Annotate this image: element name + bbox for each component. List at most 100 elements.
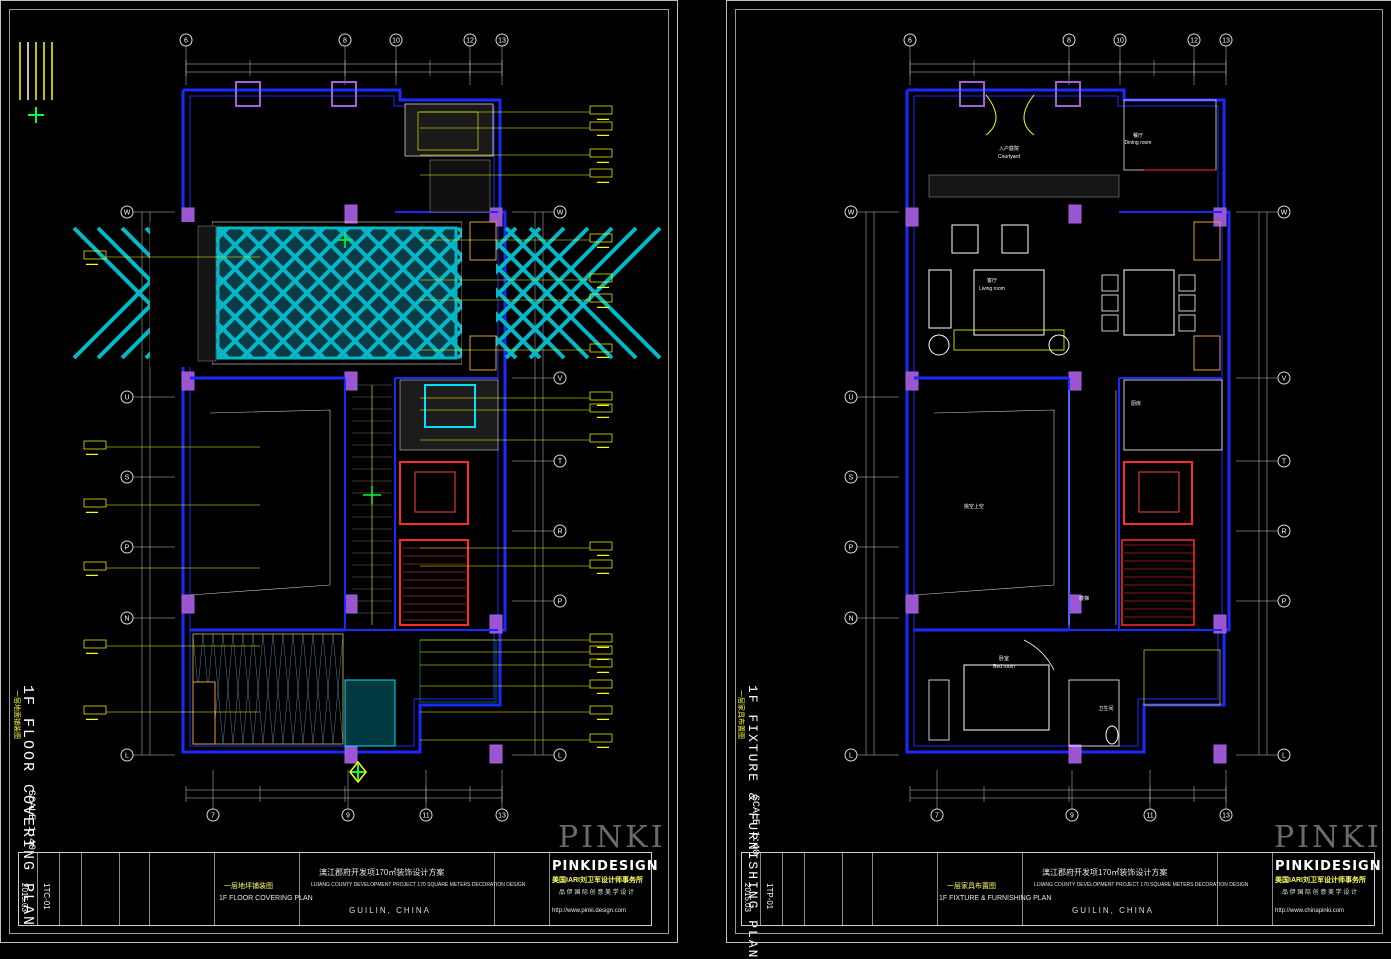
- annotation-text: ▬▬▬: [597, 402, 609, 407]
- grid-right-bubble-label: R: [1281, 529, 1286, 536]
- grid-left-bubble-label: S: [125, 475, 130, 482]
- room-label: Living room: [979, 286, 1005, 292]
- grid-bottom-bubble-label: 7: [935, 813, 939, 820]
- annotation-tag: [589, 391, 613, 401]
- planter-strip: [928, 174, 1120, 198]
- annotation-text: ▬▬▬: [597, 354, 609, 359]
- structural-column: [1213, 744, 1227, 764]
- annotation-text: ▬▬▬: [597, 444, 609, 449]
- annotation-tag: [589, 433, 613, 443]
- bed: [963, 664, 1050, 731]
- structural-column: [344, 594, 358, 614]
- dining-chair: [1101, 314, 1119, 332]
- annotation-text: ▬▬▬: [597, 716, 609, 721]
- grid-top-bubble-label: 12: [1190, 38, 1198, 45]
- right-brand-cn2: 品 伊 国 际 创 意 美 学 设 计: [1282, 890, 1358, 896]
- elevator-car: [414, 471, 456, 513]
- right-brand-cn: 美国IARI刘卫军设计师事务所: [1275, 877, 1366, 884]
- grid-bottom-bubble-label: 11: [1146, 813, 1153, 820]
- room-label: 卫生间: [1098, 705, 1113, 712]
- right-project-cn: 漓江郡府开发项170㎡装饰设计方案: [1042, 868, 1168, 877]
- left-brand: PINKIDESIGN: [552, 859, 659, 874]
- annotation-tag: [83, 639, 107, 649]
- cad-drawing-canvas: 6 8 10 12 13 7 9 11 13 W U S P N L W V T R P L ▬▬▬ ▬▬▬ ▬▬▬ ▬▬▬ ▬▬…: [19, 33, 1291, 822]
- annotation-tag: [83, 498, 107, 508]
- annotation-text: ▬▬▬: [86, 650, 98, 655]
- grid-right-bubble-label: T: [1282, 459, 1287, 466]
- grid-right-bubble-label: T: [558, 459, 563, 466]
- structural-column: [1068, 371, 1082, 391]
- annotation-text: ▬▬▬: [86, 509, 98, 514]
- annotation-text: ▬▬▬: [86, 451, 98, 456]
- grid-top-bubble-label: 8: [1067, 38, 1071, 45]
- grid-right-bubble-label: P: [558, 599, 563, 606]
- structural-column: [905, 207, 919, 227]
- right-drawing-en: 1F FIXTURE & FURNISHING PLAN: [939, 895, 1052, 902]
- sofa: [953, 329, 1065, 351]
- annotation-text: ▬▬▬: [597, 552, 609, 557]
- room-label: 入户庭院: [999, 145, 1019, 152]
- left-brand-cn2: 品 伊 国 际 创 意 美 学 设 计: [559, 890, 635, 896]
- grid-bottom-bubble-label: 13: [498, 813, 506, 820]
- annotation-text: ▬▬▬: [86, 716, 98, 721]
- room-label: Dining room: [1125, 140, 1152, 146]
- side-table-icon: [1048, 334, 1070, 356]
- annotation-text: ▬▬▬: [597, 159, 609, 164]
- cabinet: [1193, 221, 1221, 261]
- right-city: GUILIN, CHINA: [1072, 906, 1155, 915]
- annotation-tag: [589, 168, 613, 178]
- left-date: 2015.03: [20, 883, 29, 912]
- grid-bottom-bubble-label: 9: [346, 813, 350, 820]
- grid-left-bubble-label: U: [124, 395, 129, 402]
- annotation-tag: [589, 105, 613, 115]
- right-scale: SCALE 1:40: [749, 795, 760, 856]
- annotation-text: ▬▬▬: [597, 644, 609, 649]
- grid-top-bubble-label: 6: [184, 38, 188, 45]
- room-label: 餐厅: [1133, 132, 1143, 139]
- right-sheet-number: 1TP-01: [765, 883, 774, 910]
- lounge-chair: [1001, 224, 1029, 254]
- toilet-icon: [1105, 725, 1119, 745]
- annotation-tag: [83, 561, 107, 571]
- room-label: 楼梯: [1079, 595, 1089, 602]
- annotation-text: ▬▬▬: [597, 132, 609, 137]
- annotation-text: ▬▬▬: [597, 570, 609, 575]
- grid-left-bubble-label: N: [124, 616, 129, 623]
- grid-left-bubble-label: L: [849, 753, 853, 760]
- right-brand: PINKIDESIGN: [1275, 859, 1382, 874]
- room-label: Bed room: [993, 664, 1015, 670]
- structural-column: [959, 81, 985, 107]
- dining-table: [1123, 269, 1175, 336]
- right-project-en: LIJIANG COUNTY DEVELOPMENT PROJECT 170 S…: [1034, 882, 1249, 888]
- grid-right-bubble-label: L: [558, 753, 562, 760]
- bathroom: [1068, 679, 1120, 747]
- left-brand-cn: 美国IARI刘卫军设计师事务所: [552, 877, 643, 884]
- structural-column: [905, 371, 919, 391]
- grid-right-bubble-label: V: [558, 376, 563, 383]
- left-title-block: 1TC-01 2015.03 一层地坪铺装图 1F FLOOR COVERING…: [18, 852, 658, 926]
- dining-chair: [1178, 314, 1196, 332]
- grid-left-bubble-label: L: [125, 753, 129, 760]
- left-project-en: LIJIANG COUNTY DEVELOPMENT PROJECT 170 S…: [311, 882, 526, 888]
- annotation-text: ▬▬▬: [597, 656, 609, 661]
- right-date: 2015.03: [743, 883, 752, 912]
- left-watermark: PINKI: [558, 820, 666, 855]
- annotation-text: ▬▬▬: [597, 284, 609, 289]
- annotation-text: ▬▬▬: [86, 572, 98, 577]
- annotation-text: ▬▬▬: [597, 669, 609, 674]
- annotation-tag: [589, 148, 613, 158]
- void-outline: [189, 409, 331, 596]
- grid-right-bubble-label: L: [1282, 753, 1286, 760]
- grid-right-bubble-label: W: [557, 210, 564, 217]
- grid-left-bubble-label: W: [124, 210, 131, 217]
- annotation-text: ▬▬▬: [597, 179, 609, 184]
- structural-column: [344, 744, 358, 764]
- grid-left-bubble-label: N: [848, 616, 853, 623]
- grid-right-bubble-label: R: [557, 529, 562, 536]
- cabinet: [1193, 335, 1221, 371]
- grid-right-bubble-label: W: [1281, 210, 1288, 217]
- grid-left-bubble-label: W: [848, 210, 855, 217]
- annotation-text: ▬▬▬: [597, 414, 609, 419]
- grid-left-bubble-label: U: [848, 395, 853, 402]
- annotation-text: ▬▬▬: [597, 690, 609, 695]
